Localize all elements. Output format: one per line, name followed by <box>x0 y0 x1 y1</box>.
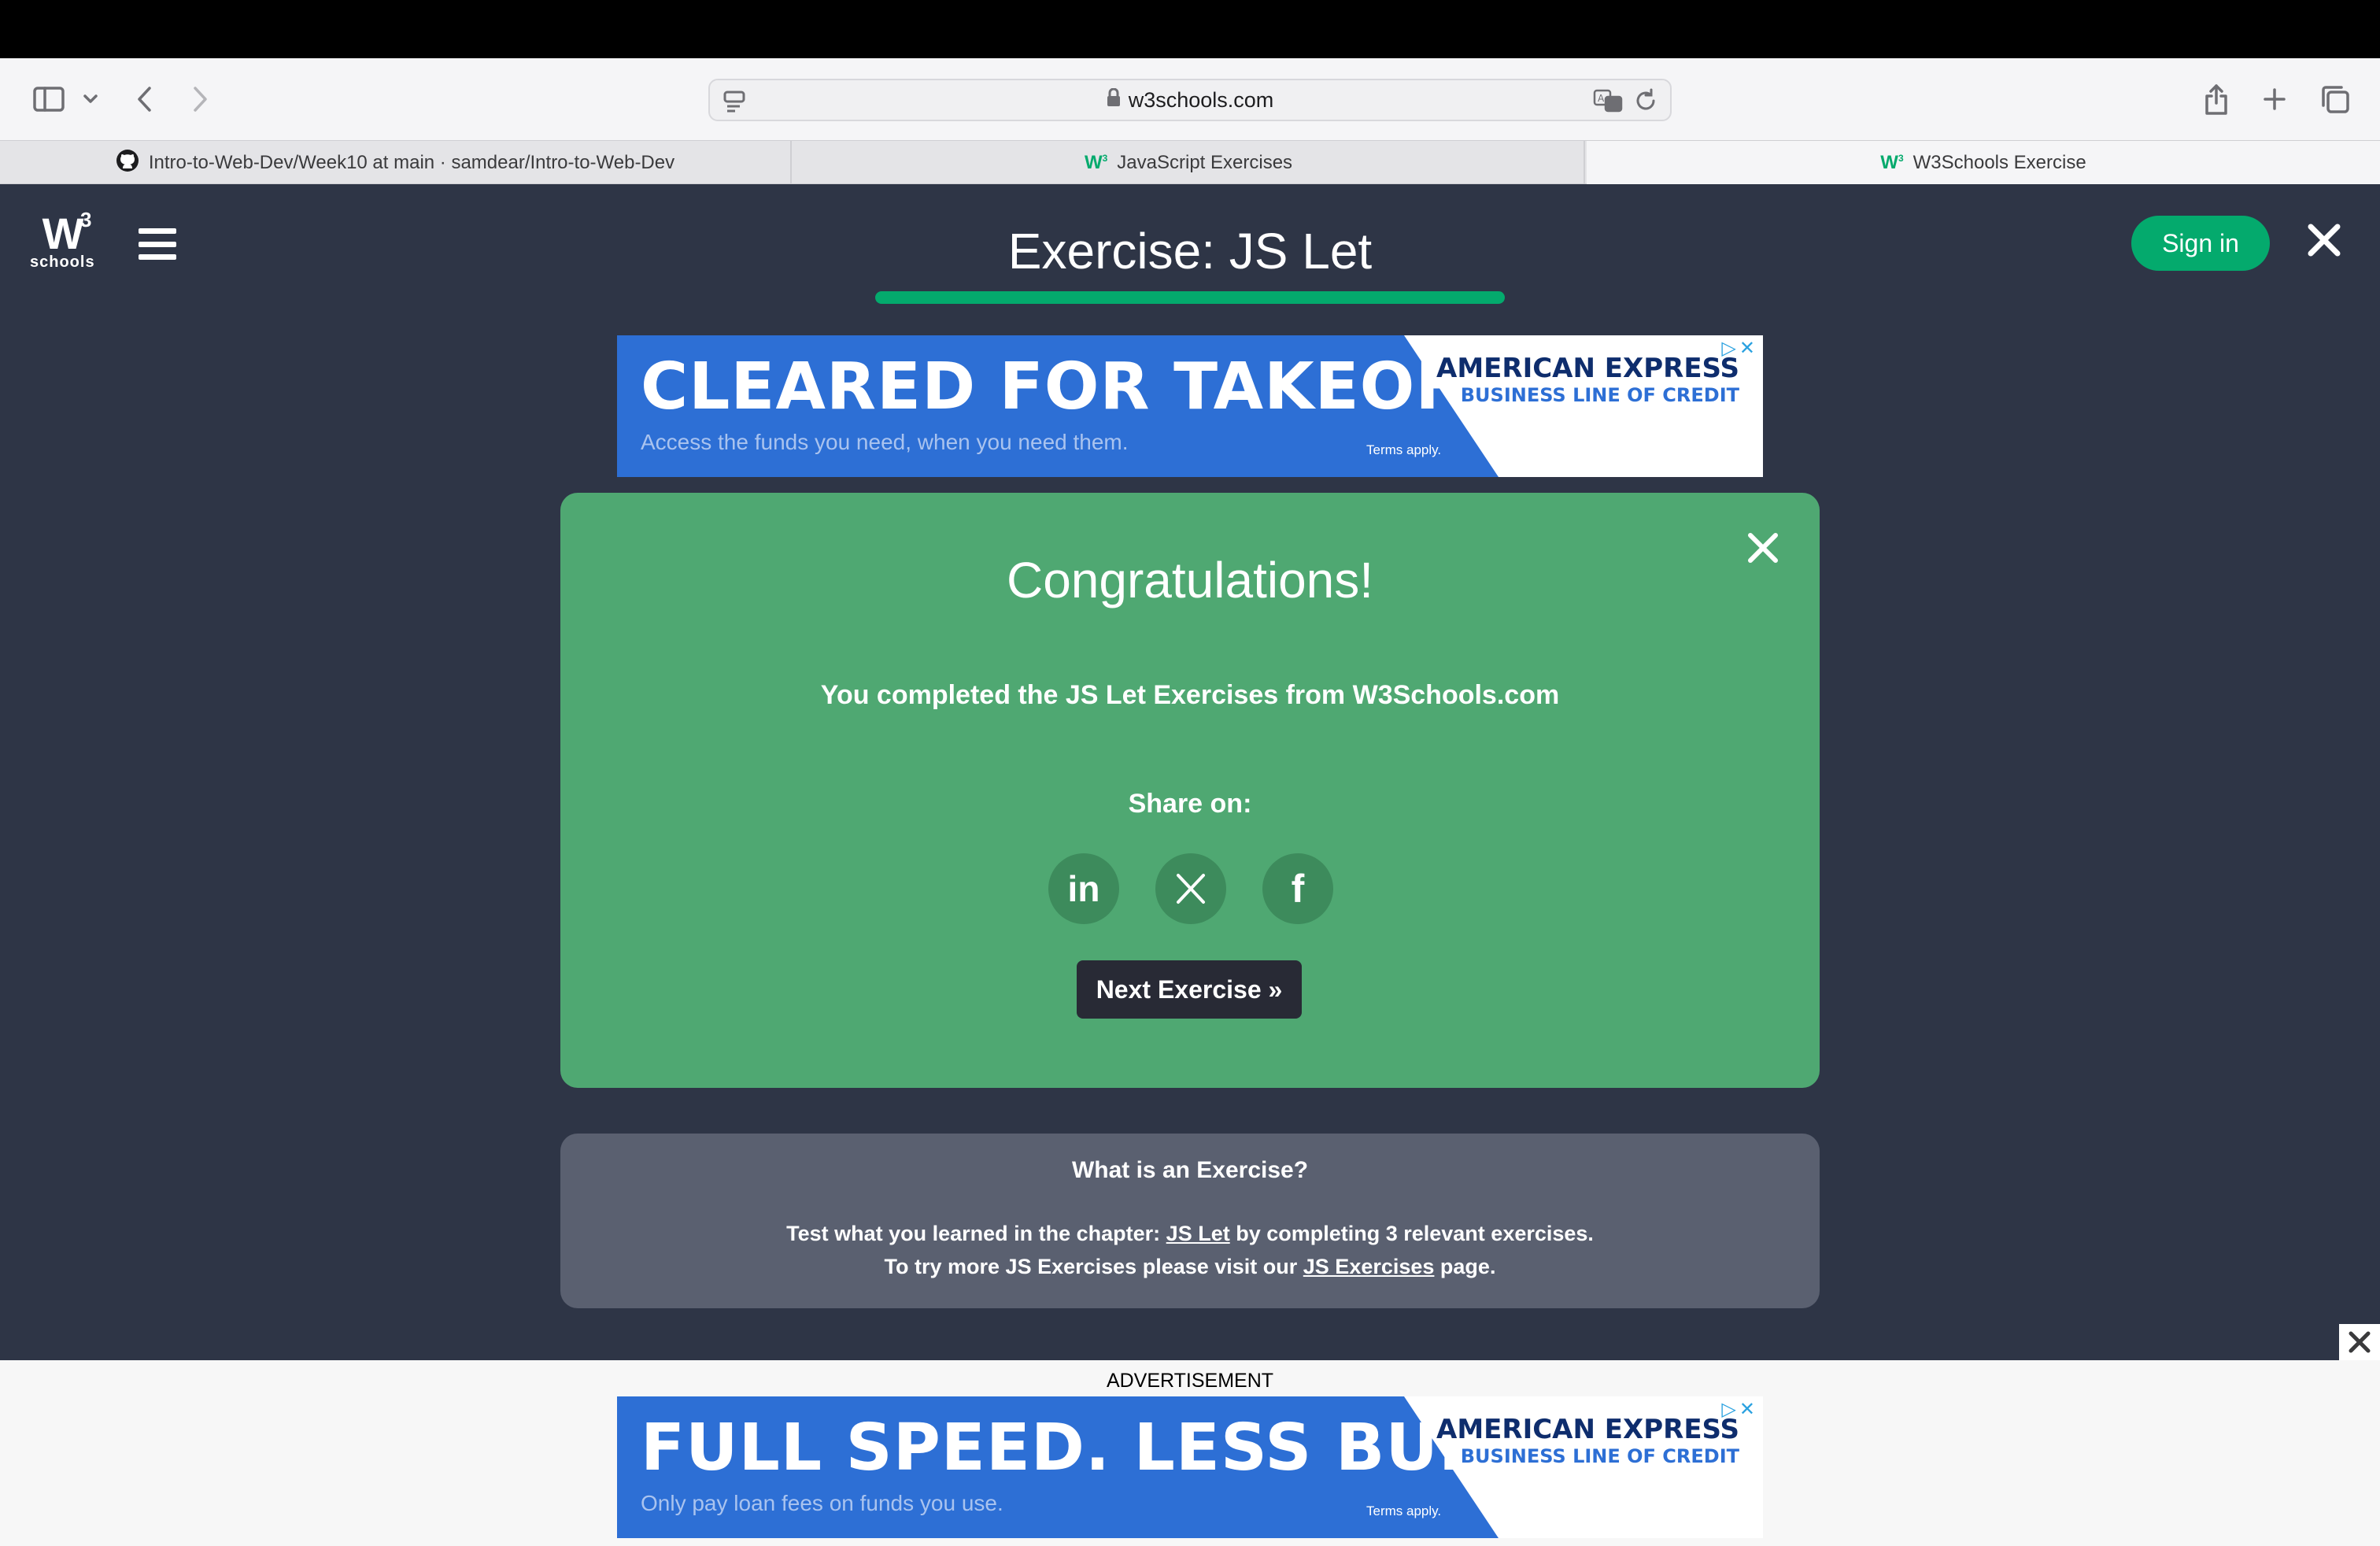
ad-brand: AMERICAN EXPRESS BUSINESS LINE OF CREDIT <box>1436 1414 1739 1467</box>
info-text: Test what you learned in the chapter: <box>786 1222 1166 1245</box>
ad-headline: CLEARED FOR TAKEOFF <box>641 350 1506 424</box>
reload-icon[interactable] <box>1634 88 1658 117</box>
share-label: Share on: <box>1128 789 1252 819</box>
info-line-2: To try more JS Exercises please visit ou… <box>560 1255 1820 1279</box>
url-text: w3schools.com <box>1128 87 1274 112</box>
logo-superscript: 3 <box>80 208 92 231</box>
logo-text: schools <box>30 253 95 271</box>
w3schools-icon: W3 <box>1084 152 1108 173</box>
new-tab-icon[interactable] <box>2259 79 2290 120</box>
js-let-link[interactable]: JS Let <box>1166 1222 1230 1245</box>
share-icon[interactable] <box>2201 79 2232 120</box>
close-icon[interactable] <box>2303 219 2345 261</box>
browser-toolbar: w3schools.com A <box>0 58 2380 140</box>
lock-icon <box>1107 87 1121 113</box>
info-text: by completing 3 relevant exercises. <box>1229 1222 1594 1245</box>
chevron-down-icon[interactable] <box>79 79 102 120</box>
linkedin-icon[interactable]: in <box>1048 853 1119 924</box>
page-content: W 3 schools Exercise: JS Let Sign in CLE… <box>0 184 2380 1360</box>
sign-in-button[interactable]: Sign in <box>2131 216 2270 271</box>
ad-terms: Terms apply. <box>1366 1503 1442 1518</box>
tab-bar: Intro-to-Web-Dev/Week10 at main · samdea… <box>0 140 2380 185</box>
macos-menubar <box>0 0 2380 58</box>
w3schools-icon: W3 <box>1880 152 1904 173</box>
ad-subtext: Access the funds you need, when you need… <box>641 430 1129 454</box>
tab-w3schools-exercise[interactable]: W3 W3Schools Exercise <box>1587 141 2380 185</box>
ad-terms: Terms apply. <box>1366 442 1442 457</box>
x-twitter-icon[interactable] <box>1155 853 1226 924</box>
ad-brand-name: AMERICAN EXPRESS <box>1436 1414 1739 1445</box>
page-title: Exercise: JS Let <box>1007 223 1373 279</box>
adchoices-icon[interactable]: ▷✕ <box>1721 337 1758 360</box>
top-advertisement[interactable]: CLEARED FOR TAKEOFF Access the funds you… <box>617 335 1763 477</box>
info-text: To try more JS Exercises please visit ou… <box>884 1255 1303 1278</box>
facebook-icon[interactable]: f <box>1262 853 1333 924</box>
translate-icon[interactable]: A <box>1593 88 1623 117</box>
tab-label: Intro-to-Web-Dev/Week10 at main · samdea… <box>148 152 675 173</box>
bottom-advertisement[interactable]: FULL SPEED. LESS BUMPS. Only pay loan fe… <box>617 1396 1763 1538</box>
modal-title: Congratulations! <box>1006 552 1374 608</box>
svg-text:A: A <box>1598 93 1605 104</box>
menu-icon[interactable] <box>139 228 176 260</box>
github-icon <box>116 149 139 178</box>
ad-subtext: Only pay loan fees on funds you use. <box>641 1491 1003 1515</box>
js-exercises-link[interactable]: JS Exercises <box>1303 1255 1435 1278</box>
info-title: What is an Exercise? <box>1071 1157 1309 1183</box>
forward-icon[interactable] <box>186 79 214 120</box>
ad-brand-name: AMERICAN EXPRESS <box>1436 353 1739 384</box>
tab-label: W3Schools Exercise <box>1913 152 2086 173</box>
completion-message: You completed the JS Let Exercises from … <box>820 680 1560 710</box>
progress-bar <box>875 291 1505 304</box>
ad-brand: AMERICAN EXPRESS BUSINESS LINE OF CREDIT <box>1436 353 1739 406</box>
w3schools-logo[interactable]: W 3 schools <box>30 208 95 272</box>
tab-github[interactable]: Intro-to-Web-Dev/Week10 at main · samdea… <box>0 141 792 185</box>
back-icon[interactable] <box>131 79 159 120</box>
info-line-1: Test what you learned in the chapter: JS… <box>560 1222 1820 1246</box>
exercise-info-box: What is an Exercise? Test what you learn… <box>560 1134 1820 1308</box>
tab-label: JavaScript Exercises <box>1117 152 1293 173</box>
address-bar[interactable]: w3schools.com A <box>708 79 1672 121</box>
tab-javascript-exercises[interactable]: W3 JavaScript Exercises <box>793 141 1585 185</box>
tab-overview-icon[interactable] <box>2319 79 2352 120</box>
next-exercise-button[interactable]: Next Exercise » <box>1077 960 1302 1019</box>
ad-brand-tagline: BUSINESS LINE OF CREDIT <box>1460 1445 1739 1467</box>
ad-brand-tagline: BUSINESS LINE OF CREDIT <box>1460 384 1739 406</box>
congratulations-modal: Congratulations! You completed the JS Le… <box>560 493 1820 1088</box>
adchoices-icon[interactable]: ▷✕ <box>1721 1398 1758 1421</box>
info-text: page. <box>1434 1255 1496 1278</box>
ad-close-icon[interactable] <box>2339 1324 2380 1360</box>
advertisement-label: ADVERTISEMENT <box>1106 1370 1274 1392</box>
sidebar-toggle-icon[interactable] <box>30 79 68 120</box>
